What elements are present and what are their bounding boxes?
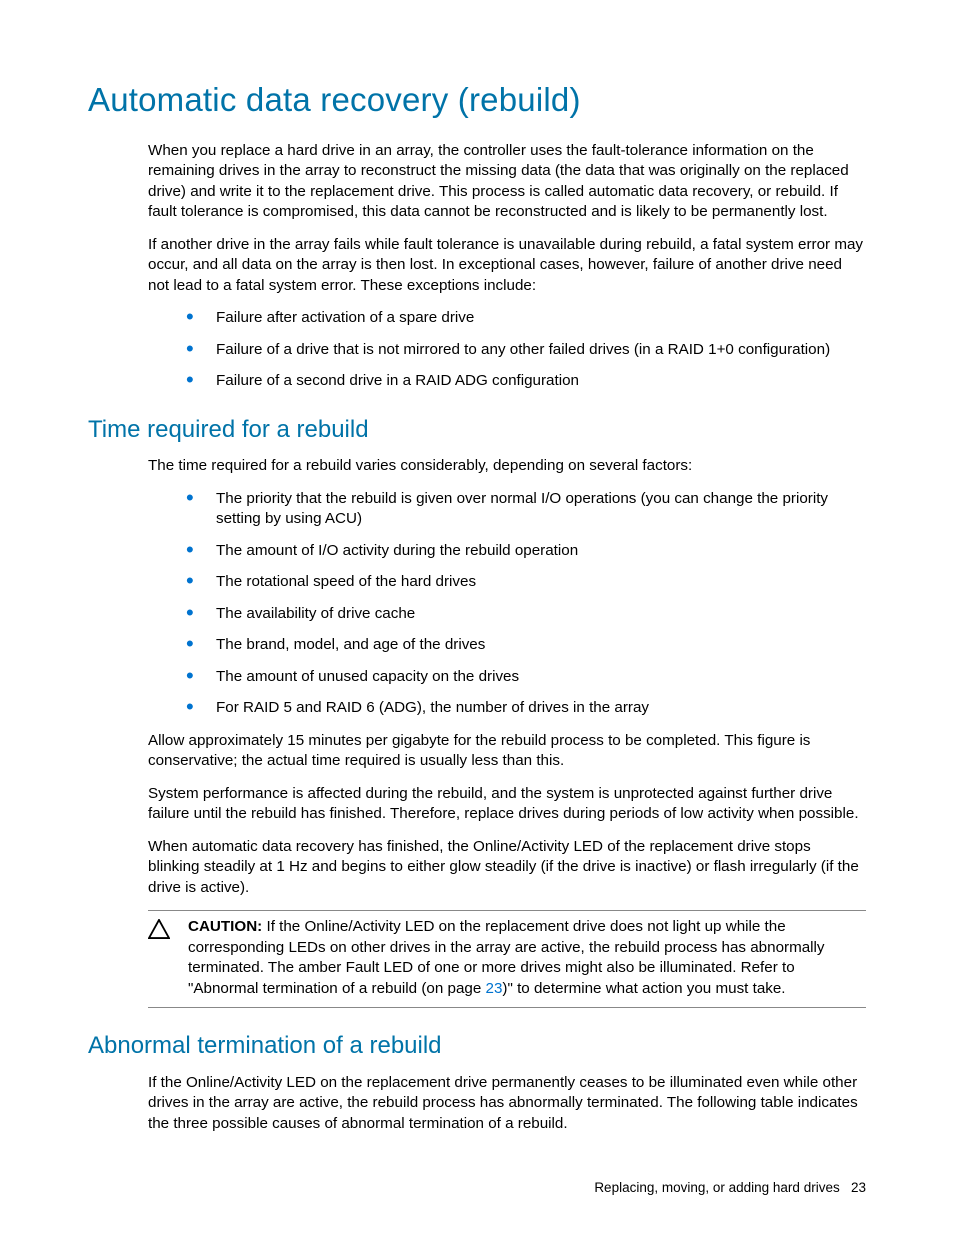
paragraph: When automatic data recovery has finishe… [148, 837, 866, 899]
list-item: Failure after activation of a spare driv… [186, 308, 866, 329]
paragraph: The time required for a rebuild varies c… [148, 456, 866, 477]
list-item: Failure of a second drive in a RAID ADG … [186, 371, 866, 392]
paragraph: Allow approximately 15 minutes per gigab… [148, 731, 866, 772]
paragraph: If the Online/Activity LED on the replac… [148, 1073, 866, 1135]
document-page: Automatic data recovery (rebuild) When y… [0, 0, 954, 1235]
footer-page-number: 23 [851, 1180, 866, 1195]
list-item: The amount of unused capacity on the dri… [186, 667, 866, 688]
footer-text: Replacing, moving, or adding hard drives [594, 1180, 839, 1195]
caution-body-part2: )" to determine what action you must tak… [502, 980, 785, 997]
list-item: The priority that the rebuild is given o… [186, 489, 866, 530]
abnormal-section: If the Online/Activity LED on the replac… [148, 1073, 866, 1135]
page-link-23[interactable]: 23 [486, 980, 503, 997]
bullet-list: The priority that the rebuild is given o… [148, 489, 866, 719]
list-item: For RAID 5 and RAID 6 (ADG), the number … [186, 698, 866, 719]
paragraph: System performance is affected during th… [148, 784, 866, 825]
heading-1: Automatic data recovery (rebuild) [88, 78, 866, 123]
list-item: The amount of I/O activity during the re… [186, 541, 866, 562]
heading-2-abnormal: Abnormal termination of a rebuild [88, 1030, 866, 1062]
bullet-list: Failure after activation of a spare driv… [148, 308, 866, 392]
caution-box: CAUTION: If the Online/Activity LED on t… [148, 910, 866, 1008]
list-item: The availability of drive cache [186, 604, 866, 625]
caution-triangle-icon [148, 917, 188, 946]
caution-label: CAUTION: [188, 918, 262, 935]
heading-2-time: Time required for a rebuild [88, 414, 866, 446]
list-item: Failure of a drive that is not mirrored … [186, 340, 866, 361]
paragraph: If another drive in the array fails whil… [148, 235, 866, 297]
page-footer: Replacing, moving, or adding hard drives… [594, 1179, 866, 1197]
intro-section: When you replace a hard drive in an arra… [148, 141, 866, 392]
list-item: The rotational speed of the hard drives [186, 572, 866, 593]
paragraph: When you replace a hard drive in an arra… [148, 141, 866, 223]
caution-text: CAUTION: If the Online/Activity LED on t… [188, 917, 866, 999]
time-section: The time required for a rebuild varies c… [148, 456, 866, 1008]
list-item: The brand, model, and age of the drives [186, 635, 866, 656]
